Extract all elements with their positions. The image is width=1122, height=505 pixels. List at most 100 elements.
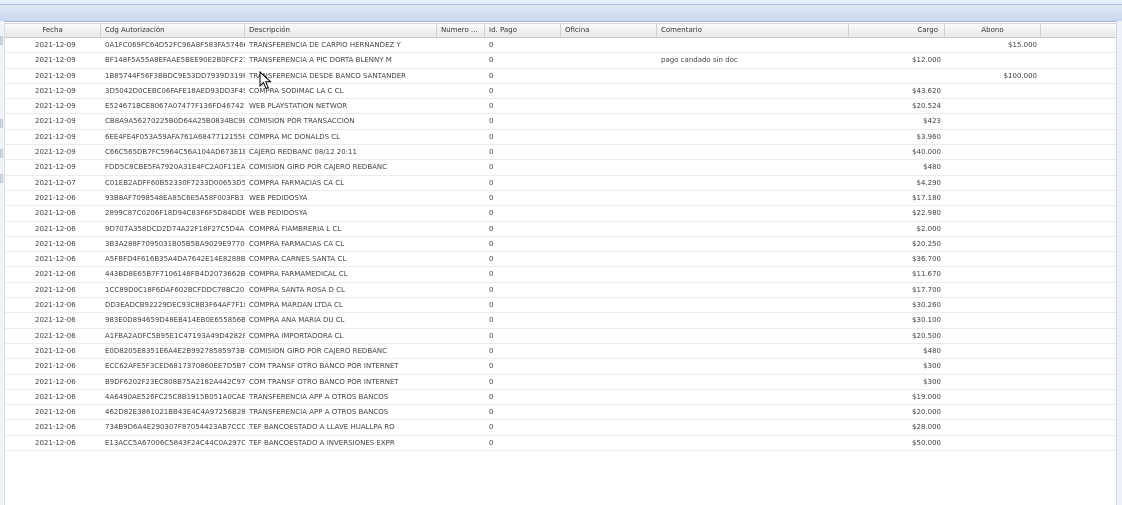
cell-abono xyxy=(945,436,1041,451)
cell-descripcion: TEF BANCOESTADO A INVERSIONES EXPR xyxy=(249,438,395,447)
column-header-descripcion[interactable]: Descripción xyxy=(245,24,437,37)
cell-abono xyxy=(945,267,1041,282)
cell-comentario xyxy=(657,114,849,129)
cell-id-pago: 0 xyxy=(489,148,494,157)
vertical-scrollbar[interactable] xyxy=(1116,21,1122,505)
table-row[interactable]: 2021-12-06 4A6490AE526FC25C8B1915B051A0CA… xyxy=(5,390,1116,406)
table-row[interactable]: 2021-12-09 0A1FC069FC64D52FC96A8F583FA574… xyxy=(5,38,1116,54)
table-row[interactable]: 2021-12-06 462D82E3861021BB43E4C4A97256B2… xyxy=(5,405,1116,421)
cell-fecha: 2021-12-06 xyxy=(35,408,76,417)
cell-oficina xyxy=(561,375,657,390)
table-row[interactable]: 2021-12-06 ECC62AFE5F3CED6817370860EE7D5B… xyxy=(5,359,1116,375)
cell-numero xyxy=(437,359,485,374)
column-header-fecha[interactable]: Fecha xyxy=(5,24,101,37)
table-row[interactable]: 2021-12-09 FDD5C8CBE5FA7920A31E4FC2A0F11E… xyxy=(5,160,1116,176)
table-row[interactable]: 2021-12-09 3D5042D0CEBC06FAFE18AED93DD3F4… xyxy=(5,84,1116,100)
table-row[interactable]: 2021-12-06 E13ACC5A67006C5843F24C44C0A297… xyxy=(5,436,1116,452)
cell-cargo: $20.000 xyxy=(912,408,941,417)
cell-cdg-autorizacion: 0A1FC069FC64D52FC96A8F583FA57466 xyxy=(105,41,245,49)
cell-abono xyxy=(945,114,1041,129)
table-row[interactable]: 2021-12-09 CB8A9A56270225B0D64A25B0834BC9… xyxy=(5,114,1116,130)
table-row[interactable]: 2021-12-06 B9DF6202F23EC808B75A2182A442C9… xyxy=(5,375,1116,390)
table-row[interactable]: 2021-12-06 3B3A288F7095031B05B5BA9029E977… xyxy=(5,237,1116,253)
table-row[interactable]: 2021-12-09 E524671BCE8067A07477F136FD4674… xyxy=(5,99,1116,115)
table-row[interactable]: 2021-12-09 1B85744F56F3BBDC9E53DD7939D319… xyxy=(5,69,1116,84)
table-row[interactable]: 2021-12-06 93B8AF7098548EA85C6E5A58F003FB… xyxy=(5,191,1116,207)
cell-cdg-autorizacion: 3D5042D0CEBC06FAFE18AED93DD3F490 xyxy=(105,86,245,95)
table-row[interactable]: 2021-12-06 DD3EADCB92229DEC93C8B3F64AF7F1… xyxy=(5,298,1116,314)
cell-fecha: 2021-12-06 xyxy=(35,209,76,218)
cell-oficina xyxy=(561,69,657,84)
column-header-numero[interactable]: Numero ... xyxy=(437,24,485,37)
cell-cdg-autorizacion: 4A6490AE526FC25C8B1915B051A0CAEO xyxy=(105,392,245,401)
cell-fecha: 2021-12-06 xyxy=(35,255,76,264)
column-header-id-pago[interactable]: Id. Pago xyxy=(485,24,561,37)
cell-numero xyxy=(437,69,485,84)
cell-comentario: pago candado sin doc xyxy=(661,56,738,65)
cell-cargo: $300 xyxy=(923,377,941,386)
cell-cdg-autorizacion: E0D8205E8351E6A4E2B99278585973B xyxy=(105,346,245,355)
cell-descripcion: COMISION GIRO POR CAJERO REDBANC xyxy=(249,346,388,355)
cell-numero xyxy=(437,84,485,99)
cell-oficina xyxy=(561,283,657,298)
column-header-cdg-autorizacion[interactable]: Cdg Autorización xyxy=(101,24,245,37)
cell-cargo: $20.250 xyxy=(912,239,941,248)
cell-fecha: 2021-12-06 xyxy=(35,193,76,202)
panel-handle[interactable] xyxy=(0,119,3,128)
column-header-comentario[interactable]: Comentario xyxy=(657,24,849,37)
cell-id-pago: 0 xyxy=(489,132,494,141)
cell-descripcion: TEF BANCOESTADO A LLAVE HUALLPA RO xyxy=(249,423,395,432)
cell-cdg-autorizacion: 983E0D894659D48EB414EB0E655856B1 xyxy=(105,316,245,325)
cell-numero xyxy=(437,375,485,390)
panel-handle[interactable] xyxy=(0,174,3,183)
cell-numero xyxy=(437,191,485,206)
cell-id-pago: 0 xyxy=(489,41,494,49)
cell-comentario xyxy=(657,160,849,175)
cell-cargo: $20.524 xyxy=(912,102,941,111)
table-row[interactable]: 2021-12-09 C66C565DB7FC5964C56A104AD673E1… xyxy=(5,145,1116,161)
panel-handle[interactable] xyxy=(0,149,3,158)
cell-oficina xyxy=(561,267,657,282)
table-row[interactable]: 2021-12-06 9D707A358DCD2D74A22F18F27C5D4A… xyxy=(5,222,1116,237)
table-row[interactable]: 2021-12-09 6EE4FE4F053A59AFA761A684771215… xyxy=(5,130,1116,146)
column-header-cargo[interactable]: Cargo xyxy=(849,24,945,37)
cell-descripcion: TRANSFERENCIA APP A OTROS BANCOS xyxy=(249,392,389,401)
cell-cargo: $4.290 xyxy=(916,178,942,187)
cell-id-pago: 0 xyxy=(489,331,494,340)
cell-cargo: $480 xyxy=(923,346,941,355)
table-row[interactable]: 2021-12-06 E0D8205E8351E6A4E2B99278585973… xyxy=(5,344,1116,360)
cell-descripcion: COM TRANSF OTRO BANCO POR INTERNET xyxy=(249,362,399,371)
table-row[interactable]: 2021-12-06 2899C87C0206F18D94C83F6F5D84DD… xyxy=(5,206,1116,222)
column-header-abono[interactable]: Abono xyxy=(945,24,1041,37)
cell-oficina xyxy=(561,84,657,99)
cell-abono xyxy=(945,130,1041,145)
table-row[interactable]: 2021-12-07 C01EB2ADFF60B52330F7233D00653D… xyxy=(5,176,1116,191)
cell-cdg-autorizacion: 6EE4FE4F053A59AFA761A68477121558 xyxy=(105,132,245,141)
cell-descripcion: CAJERO REDBANC 08/12 20:11 xyxy=(249,148,357,157)
table-row[interactable]: 2021-12-06 983E0D894659D48EB414EB0E655856… xyxy=(5,313,1116,329)
cell-descripcion: COMPRA MARDAN LTDA CL xyxy=(249,301,343,310)
cell-descripcion: COMPRA IMPORTADORA CL xyxy=(249,331,344,340)
panel-handle[interactable] xyxy=(0,36,3,45)
cell-cdg-autorizacion: C01EB2ADFF60B52330F7233D00653D57 xyxy=(105,178,245,187)
cell-id-pago: 0 xyxy=(489,102,494,111)
table-row[interactable]: 2021-12-09 BF148F5A55A8EFAAE5BEE90E2B0FCF… xyxy=(5,53,1116,69)
cell-comentario xyxy=(657,329,849,344)
table-row[interactable]: 2021-12-06 1CC89D0C18F6DAF602BCFDDC78BC20… xyxy=(5,283,1116,299)
table-row[interactable]: 2021-12-06 A1FBA2ADFC5B95E1C47193A49D4282… xyxy=(5,329,1116,344)
cell-cargo: $480 xyxy=(923,163,941,172)
cell-fecha: 2021-12-06 xyxy=(35,239,76,248)
cell-oficina xyxy=(561,390,657,405)
cell-cdg-autorizacion: 2899C87C0206F18D94C83F6F5D84DDE9 xyxy=(105,209,245,218)
cell-oficina xyxy=(561,191,657,206)
table-row[interactable]: 2021-12-06 734B9D6A4E290307F87054423AB7CC… xyxy=(5,420,1116,436)
cell-numero xyxy=(437,267,485,282)
cell-cdg-autorizacion: FDD5C8CBE5FA7920A31E4FC2A0F11EA0 xyxy=(105,163,245,172)
cell-numero xyxy=(437,344,485,359)
cell-fecha: 2021-12-09 xyxy=(35,163,76,172)
cell-id-pago: 0 xyxy=(489,178,494,187)
column-header-oficina[interactable]: Oficina xyxy=(561,24,657,37)
table-row[interactable]: 2021-12-06 443BD8E65B7F7106148FB4D2073662… xyxy=(5,267,1116,283)
cell-abono xyxy=(945,252,1041,267)
table-row[interactable]: 2021-12-06 A5FBFD4F616B35A4DA7642E14E8288… xyxy=(5,252,1116,268)
